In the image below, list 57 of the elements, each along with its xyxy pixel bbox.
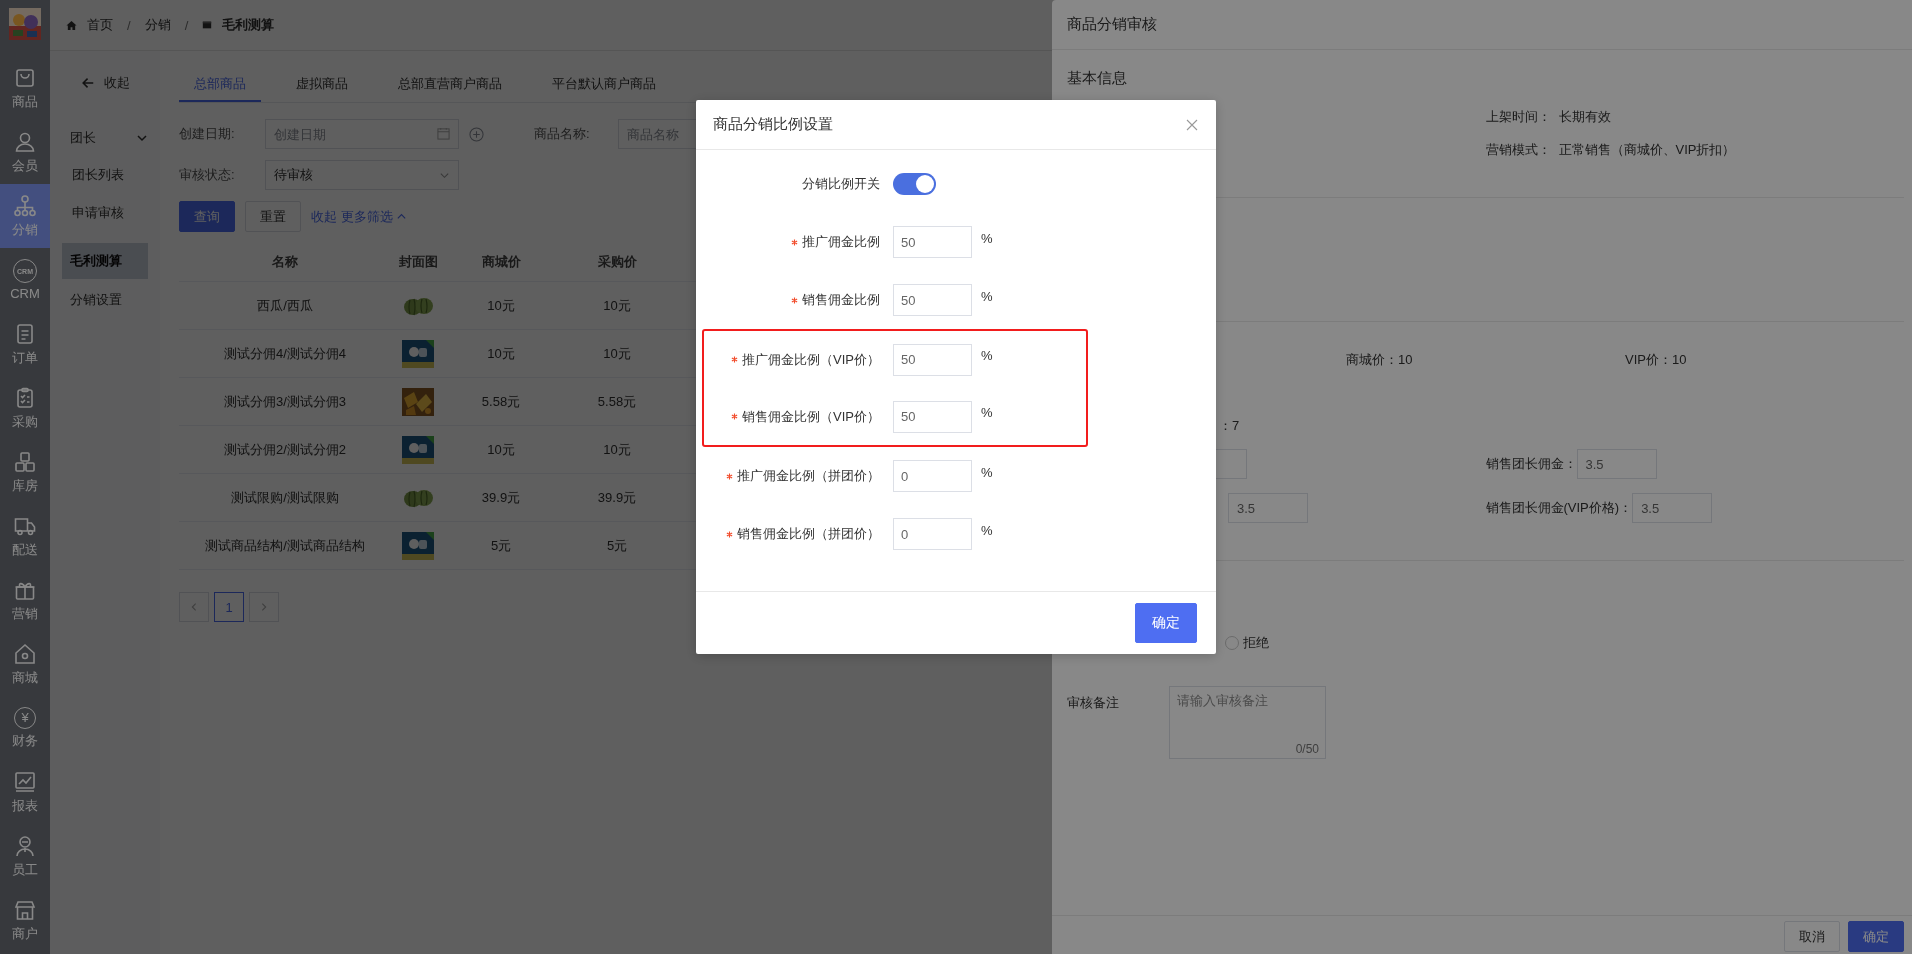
unit-label: %	[981, 230, 993, 246]
info-value: 正常销售（商城价、VIP折扣）	[1558, 142, 1736, 157]
field-label: 销售团长佣金(VIP价格)：	[1485, 499, 1633, 517]
filter-label: 审核状态:	[179, 166, 236, 184]
table-cell: 测试分佣3/测试分佣3	[179, 377, 391, 426]
table-cell: 39.9元	[557, 473, 677, 522]
table-cell: 测试限购/测试限购	[179, 473, 391, 522]
table-cell: 测试商品结构/测试商品结构	[179, 521, 391, 570]
column-header: 封面图	[391, 243, 445, 282]
table-cell: 5.58元	[557, 377, 677, 426]
field-label: 销售团长佣金：	[1485, 455, 1577, 473]
table-cell: 5.58元	[445, 377, 557, 426]
field-label: 推广佣金比例（拼团价）	[737, 467, 880, 485]
unit-label: %	[981, 288, 993, 304]
field-label: 销售佣金比例	[802, 291, 880, 309]
table-cell: 10元	[557, 281, 677, 330]
price-value: 10	[1671, 352, 1687, 367]
column-header: 商城价	[445, 243, 557, 282]
column-header: 采购价	[557, 243, 677, 282]
table-cell: 10元	[557, 329, 677, 378]
character-counter: 0/50	[1295, 742, 1319, 756]
unit-label: %	[981, 464, 993, 480]
field-label: 销售佣金比例（拼团价）	[737, 525, 880, 543]
field-label: 推广佣金比例（VIP价）	[742, 350, 880, 369]
breadcrumb-separator: /	[127, 17, 131, 33]
field-label: 推广佣金比例	[802, 233, 880, 251]
table-cell: 10元	[445, 425, 557, 474]
info-label: 上架时间：	[1485, 109, 1551, 124]
switch-label: 分销比例开关	[801, 175, 880, 193]
drawer-title: 商品分销审核	[1067, 15, 1157, 34]
price-label: VIP价：	[1625, 352, 1672, 367]
unit-label: %	[981, 348, 993, 363]
filter-label: 创建日期:	[179, 125, 236, 143]
price-label: 商城价：	[1346, 352, 1398, 367]
remark-label: 审核备注	[1067, 694, 1120, 712]
total-value: ：7	[1219, 418, 1240, 433]
breadcrumb-current: 毛利测算	[222, 16, 275, 34]
table-cell: 测试分佣4/测试分佣4	[179, 329, 391, 378]
table-cell: 10元	[445, 281, 557, 330]
price-value: 10	[1398, 352, 1413, 367]
unit-label: %	[981, 522, 993, 538]
column-header: 名称	[179, 243, 391, 282]
table-cell: 5元	[445, 521, 557, 570]
section-title: 基本信息	[1067, 68, 1128, 88]
table-cell: 测试分佣2/测试分佣2	[179, 425, 391, 474]
table-cell: 西瓜/西瓜	[179, 281, 391, 330]
table-cell: 10元	[557, 425, 677, 474]
field-label: 销售佣金比例（VIP价）	[742, 407, 880, 426]
info-value: 长期有效	[1558, 109, 1611, 124]
filter-label: 商品名称:	[534, 125, 591, 143]
breadcrumb-separator: /	[184, 17, 189, 33]
table-cell: 5元	[557, 521, 677, 570]
dialog-title: 商品分销比例设置	[713, 115, 833, 134]
table-cell: 39.9元	[445, 473, 557, 522]
table-cell: 10元	[445, 329, 557, 378]
unit-label: %	[981, 405, 993, 420]
info-label: 营销模式：	[1485, 142, 1551, 157]
